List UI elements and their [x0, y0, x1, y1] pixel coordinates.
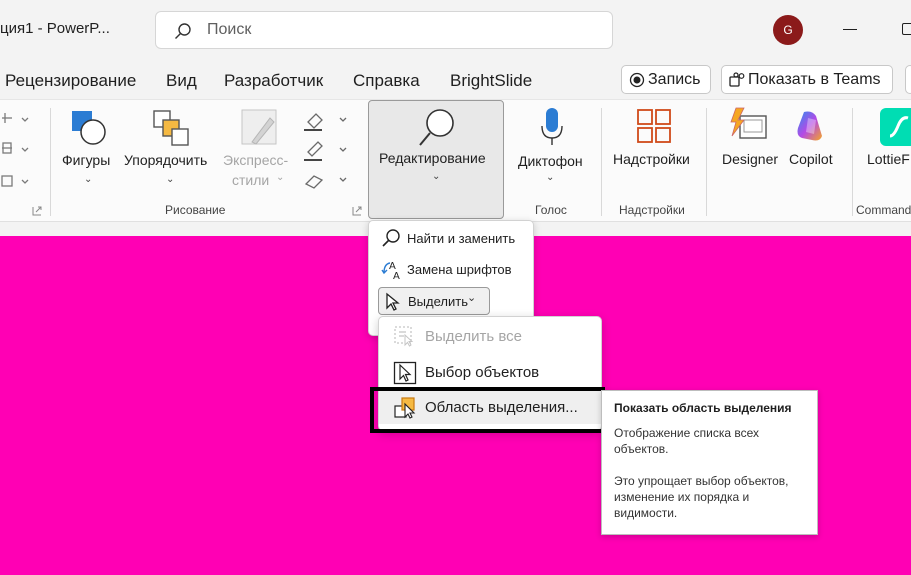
editing-button[interactable]: Редактирование ⌄ [368, 100, 504, 219]
record-icon [629, 72, 645, 88]
record-button[interactable]: Запись [621, 65, 711, 94]
voice-group-label: Голос [535, 203, 567, 217]
magnifier-icon [419, 109, 454, 146]
select-button[interactable]: Выделить ⌄ [378, 287, 490, 315]
quick-styles-icon [241, 109, 277, 145]
microphone-icon [541, 108, 563, 145]
select-objects-item[interactable]: Выбор объектов [379, 355, 601, 389]
present-in-teams-button[interactable]: Показать в Teams [721, 65, 893, 94]
editing-label: Редактирование [379, 150, 486, 166]
dialog-launcher-icon[interactable] [32, 206, 44, 216]
shape-format-icons-icon[interactable] [302, 108, 348, 196]
overflow-button[interactable] [905, 65, 911, 94]
chevron-down-icon: ⌄ [546, 172, 555, 183]
ribbon: Фигуры ⌄ Упорядочить ⌄ Экспресс- стили ⌄ [0, 99, 911, 222]
window-title: ция1 - PowerP... [0, 20, 110, 37]
shapes-icon [72, 111, 106, 145]
dialog-launcher-icon[interactable] [352, 206, 364, 216]
chevron-down-icon: ⌄ [276, 172, 285, 183]
tab-help[interactable]: Справка [353, 71, 420, 91]
select-all-item[interactable]: Выделить все [379, 319, 601, 353]
svg-text:A: A [393, 271, 400, 281]
title-bar: ция1 - PowerP... Поиск G [0, 0, 911, 62]
select-all-label: Выделить все [425, 328, 523, 345]
find-replace-item[interactable]: Найти и заменить [369, 223, 533, 253]
replace-fonts-icon: A A [381, 261, 400, 281]
record-label: Запись [648, 71, 701, 88]
designer-icon [730, 107, 767, 139]
present-in-teams-label: Показать в Teams [748, 71, 881, 88]
separator [601, 108, 602, 216]
designer-label: Designer [722, 151, 779, 167]
search-icon [382, 229, 400, 247]
teams-icon [729, 72, 745, 87]
drawing-group-label: Рисование [165, 203, 226, 217]
search-placeholder: Поиск [207, 21, 252, 38]
find-replace-label: Найти и заменить [407, 231, 516, 246]
avatar[interactable]: G [773, 15, 803, 45]
select-objects-icon [393, 361, 417, 385]
shapes-label: Фигуры [62, 152, 111, 168]
select-objects-label: Выбор объектов [425, 364, 540, 381]
select-all-icon [394, 326, 414, 347]
replace-fonts-label: Замена шрифтов [407, 262, 512, 277]
copilot-label: Copilot [789, 151, 833, 167]
minimize-icon[interactable] [843, 29, 857, 30]
quick-styles-label-2: стили [232, 172, 270, 188]
separator [50, 108, 51, 216]
align-icons-icon[interactable] [0, 110, 32, 200]
dictate-label: Диктофон [518, 153, 583, 169]
chevron-down-icon: ⌄ [166, 174, 175, 185]
addins-label: Надстройки [613, 151, 690, 167]
addins-group-label: Надстройки [619, 203, 685, 217]
tab-brightslide[interactable]: BrightSlide [450, 71, 532, 91]
chevron-down-icon: ⌄ [84, 174, 93, 185]
separator [852, 108, 853, 216]
commands-group-label: Commands [856, 203, 911, 217]
tooltip: Показать область выделения Отображение с… [601, 390, 818, 535]
chevron-down-icon: ⌄ [467, 292, 477, 304]
tab-developer[interactable]: Разработчик [224, 71, 323, 91]
replace-fonts-item[interactable]: A A Замена шрифтов [369, 254, 533, 284]
tab-view[interactable]: Вид [166, 71, 197, 91]
restore-icon[interactable] [902, 23, 911, 35]
search-icon [175, 23, 191, 39]
highlight-frame [370, 387, 605, 433]
tooltip-title: Показать область выделения [614, 401, 792, 415]
tooltip-text-2: Это упрощает выбор объектов, изменение и… [614, 474, 789, 520]
arrange-label: Упорядочить [124, 152, 208, 168]
select-label: Выделить [408, 294, 468, 309]
addins-grid-icon [637, 109, 671, 143]
arrange-icon [153, 110, 189, 146]
quick-styles-label: Экспресс- [223, 152, 289, 168]
separator [706, 108, 707, 216]
copilot-icon [797, 111, 822, 141]
tab-review[interactable]: Рецензирование [5, 71, 136, 91]
chevron-down-icon: ⌄ [432, 171, 441, 182]
cursor-icon [386, 292, 400, 311]
lottie-label: LottieF [867, 151, 910, 167]
tooltip-text-1: Отображение списка всех объектов. [614, 426, 760, 456]
search-box[interactable]: Поиск [155, 11, 613, 49]
lottie-icon [880, 108, 911, 146]
